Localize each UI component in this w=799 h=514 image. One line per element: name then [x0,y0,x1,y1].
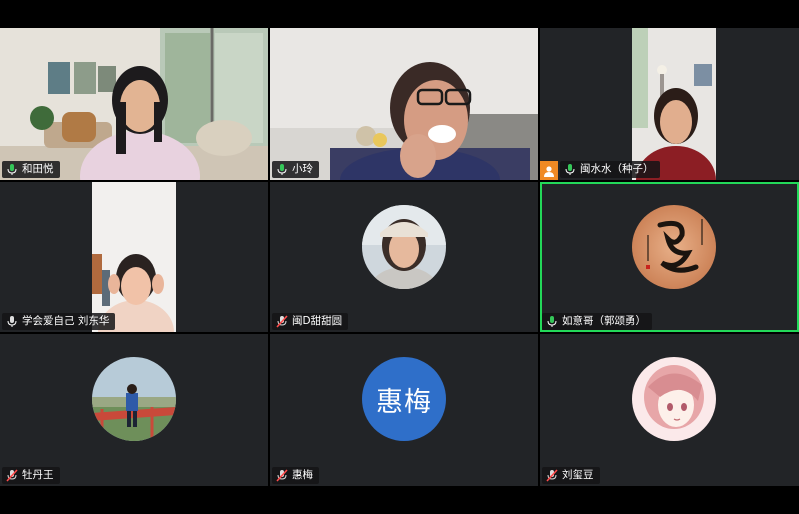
participant-tile-2[interactable]: 小玲 [270,28,538,180]
microphone-icon [7,164,17,175]
participant-tile-7[interactable]: 牡丹王 [0,334,268,486]
participant-name: 和田悦 [22,163,54,175]
participant-tile-1[interactable]: 和田悦 [0,28,268,180]
participant-avatar [632,205,716,289]
participant-name: 牡丹王 [22,469,54,481]
participant-tile-5[interactable]: 闽D甜甜圆 [270,182,538,332]
participant-video [632,28,716,180]
participant-name: 惠梅 [292,469,313,481]
participant-name-label: 牡丹王 [2,467,60,484]
microphone-icon [277,164,287,175]
participant-name-label: 学会爱自己 刘东华 [2,313,116,330]
participant-video [92,182,176,332]
microphone-icon [547,316,557,327]
participant-tile-4[interactable]: 学会爱自己 刘东华 [0,182,268,332]
participant-tile-9[interactable]: 刘玺豆 [540,334,799,486]
microphone-muted-icon [276,315,288,328]
participant-name-label: 小玲 [272,161,319,178]
participant-tile-3[interactable]: 闽水水（种子） [540,28,799,180]
participant-avatar [92,357,176,441]
microphone-muted-icon [6,469,18,482]
participant-name: 学会爱自己 刘东华 [22,315,110,327]
participant-name-label: 闽D甜甜圆 [272,313,349,330]
participant-video [0,28,268,180]
microphone-muted-icon [276,469,288,482]
participant-avatar [632,357,716,441]
participant-name-label: 闽水水（种子） [560,161,660,178]
participant-name: 刘玺豆 [562,469,594,481]
participant-name: 如意哥（郭颂勇） [562,315,646,327]
participant-name-label: 刘玺豆 [542,467,600,484]
participant-name-label: 和田悦 [2,161,60,178]
user-icon [540,161,558,180]
microphone-icon [565,164,575,175]
video-grid: 和田悦 小玲 闽水水（种子） 学会爱自己 刘东华 闽D甜甜圆 如意哥（郭颂勇） … [0,28,799,486]
participant-video [270,28,538,180]
microphone-icon [7,316,17,327]
participant-name: 闽D甜甜圆 [292,315,343,327]
microphone-muted-icon [546,469,558,482]
participant-name-label: 惠梅 [272,467,319,484]
participant-name: 小玲 [292,163,313,175]
participant-name-label: 如意哥（郭颂勇） [542,313,652,330]
participant-avatar-initials: 惠梅 [362,357,446,441]
participant-tile-6[interactable]: 如意哥（郭颂勇） [540,182,799,332]
participant-tile-8[interactable]: 惠梅 惠梅 [270,334,538,486]
participant-name: 闽水水（种子） [580,163,654,175]
participant-avatar [362,205,446,289]
